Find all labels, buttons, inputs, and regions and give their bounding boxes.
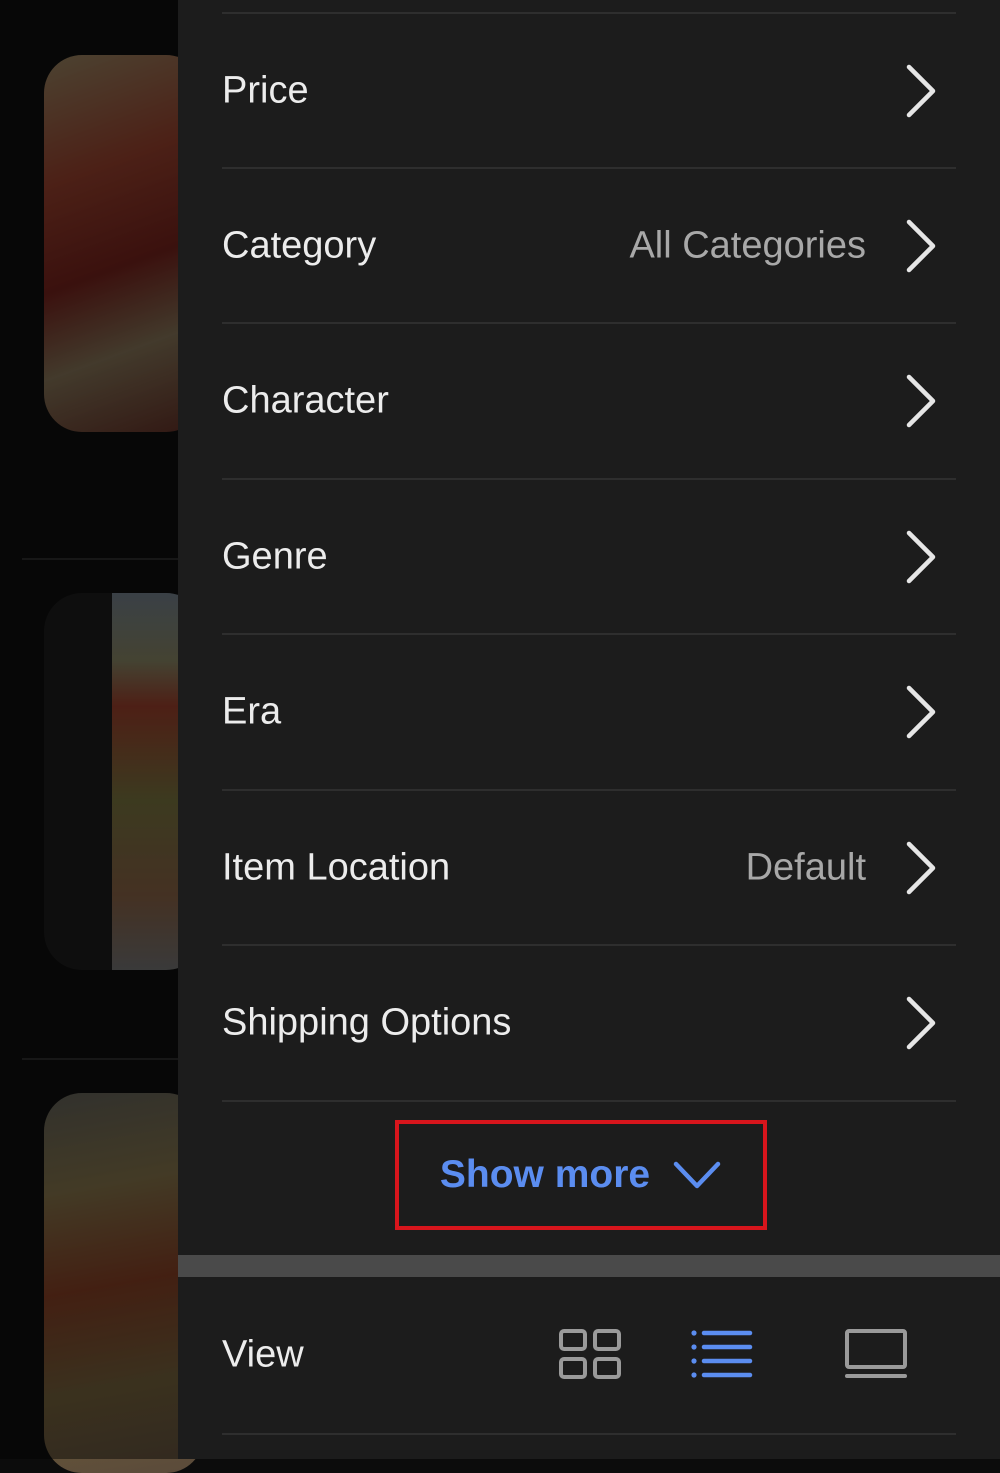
list-view-icon[interactable]: [690, 1327, 754, 1383]
filter-label: Item Location: [222, 846, 451, 888]
view-selector: View: [222, 1277, 956, 1435]
filter-row-character[interactable]: Character: [222, 322, 956, 477]
background-overlay: [0, 0, 180, 1459]
filter-label: Price: [222, 69, 309, 111]
chevron-right-icon: [906, 996, 936, 1050]
section-divider: [178, 1255, 1000, 1277]
chevron-down-icon: [673, 1161, 721, 1189]
chevron-right-icon: [906, 219, 936, 272]
filter-row-category[interactable]: Category All Categories: [222, 167, 956, 322]
filter-value: All Categories: [629, 224, 866, 266]
filter-label: Category: [222, 224, 377, 266]
chevron-right-icon: [906, 841, 936, 894]
grid-view-icon[interactable]: [558, 1327, 622, 1383]
filter-value: Default: [745, 846, 866, 888]
chevron-right-icon: [906, 530, 936, 583]
filter-label: Era: [222, 690, 282, 732]
view-label: View: [222, 1333, 304, 1376]
show-more-button[interactable]: Show more: [395, 1120, 767, 1230]
filter-panel: Price Category All Categories Character …: [178, 0, 1000, 1459]
chevron-right-icon: [906, 64, 936, 117]
filter-label: Character: [222, 379, 389, 421]
filter-row-era[interactable]: Era: [222, 633, 956, 788]
filter-row-shipping-options[interactable]: Shipping Options: [222, 944, 956, 1102]
filter-label: Genre: [222, 535, 328, 577]
show-more-label: Show more: [439, 1153, 651, 1196]
filter-row-item-location[interactable]: Item Location Default: [222, 789, 956, 944]
filter-row-genre[interactable]: Genre: [222, 478, 956, 633]
gallery-view-icon[interactable]: [844, 1327, 908, 1383]
filter-row-price[interactable]: Price: [222, 12, 956, 167]
filter-label: Shipping Options: [222, 1001, 512, 1044]
chevron-right-icon: [906, 374, 936, 427]
background-listing: [0, 0, 204, 1473]
chevron-right-icon: [906, 685, 936, 738]
